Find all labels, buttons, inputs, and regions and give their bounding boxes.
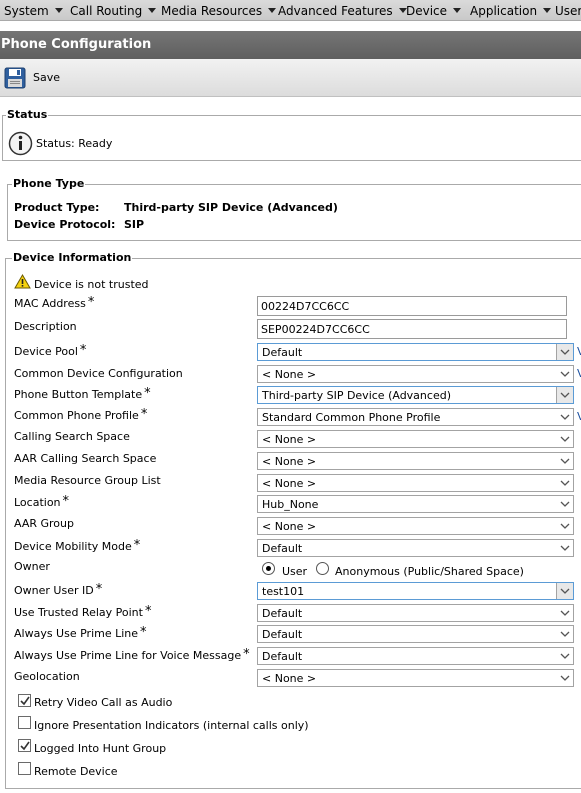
aar-calling-search-space-select[interactable]: < None > — [257, 452, 574, 470]
use-trusted-relay-point-select[interactable]: Default — [257, 604, 574, 622]
chevron-down-icon — [560, 523, 570, 529]
chevron-down-icon — [560, 480, 570, 486]
menu-call-routing[interactable]: Call Routing — [70, 4, 157, 18]
media-resource-group-list-select[interactable]: < None > — [257, 474, 574, 492]
caret-down-icon — [148, 8, 157, 13]
common-device-configuration-label: Common Device Configuration — [14, 367, 183, 380]
chevron-down-icon — [560, 458, 570, 464]
mac-address-input[interactable] — [257, 296, 567, 316]
info-icon — [8, 131, 33, 156]
status-text: Status: Ready — [36, 137, 113, 150]
chevron-down-icon — [560, 436, 570, 442]
always-use-prime-line-voice-message-label: Always Use Prime Line for Voice Message * — [14, 647, 250, 662]
owner-anonymous-radio[interactable] — [316, 562, 329, 575]
aar-group-select[interactable]: < None > — [257, 517, 574, 535]
aar-group-label: AAR Group — [14, 517, 74, 530]
location-select[interactable]: Hub_None — [257, 495, 574, 513]
device-protocol-value: SIP — [124, 218, 145, 231]
owner-anonymous-radio-label: Anonymous (Public/Shared Space) — [335, 565, 524, 578]
logged-into-hunt-group-checkbox[interactable] — [18, 739, 31, 752]
always-use-prime-line-label: Always Use Prime Line * — [14, 625, 147, 640]
common-phone-profile-label: Common Phone Profile * — [14, 407, 148, 422]
menu-system[interactable]: System — [4, 4, 63, 18]
chevron-down-icon — [560, 631, 570, 637]
chevron-down-icon — [560, 349, 570, 355]
use-trusted-relay-point-label: Use Trusted Relay Point * — [14, 604, 152, 619]
chevron-down-icon — [560, 675, 570, 681]
retry-video-call-checkbox[interactable] — [18, 694, 31, 707]
calling-search-space-select[interactable]: < None > — [257, 430, 574, 448]
product-type-label: Product Type: — [14, 201, 100, 214]
main-menu-bar: System Call Routing Media Resources Adva… — [0, 0, 581, 21]
device-protocol-label: Device Protocol: — [14, 218, 116, 231]
geolocation-select[interactable]: < None > — [257, 669, 574, 687]
device-trust-text: Device is not trusted — [34, 278, 149, 291]
owner-user-radio-label: User — [282, 565, 308, 578]
status-section: Status Status: Ready — [2, 108, 581, 161]
owner-user-id-label: Owner User ID * — [14, 582, 103, 597]
caret-down-icon — [54, 8, 63, 13]
device-mobility-mode-label: Device Mobility Mode * — [14, 538, 141, 553]
device-mobility-mode-select[interactable]: Default — [257, 539, 574, 557]
chevron-down-icon — [560, 545, 570, 551]
product-type-value: Third-party SIP Device (Advanced) — [124, 201, 338, 214]
menu-application[interactable]: Application — [470, 4, 552, 18]
media-resource-group-list-label: Media Resource Group List — [14, 474, 161, 487]
device-pool-select[interactable]: Default — [257, 343, 574, 361]
owner-user-radio[interactable] — [262, 562, 275, 575]
common-phone-profile-select[interactable]: Standard Common Phone Profile — [257, 408, 574, 426]
caret-down-icon — [268, 8, 277, 13]
floppy-disk-icon — [4, 67, 26, 89]
owner-label: Owner — [14, 560, 50, 573]
menu-media-resources[interactable]: Media Resources — [161, 4, 277, 18]
chevron-down-icon — [560, 371, 570, 377]
page-title-bar: Phone Configuration — [0, 31, 581, 59]
menu-device[interactable]: Device — [406, 4, 462, 18]
menu-user[interactable]: User — [555, 4, 581, 18]
phone-button-template-select[interactable]: Third-party SIP Device (Advanced) — [257, 386, 574, 404]
phone-button-template-label: Phone Button Template * — [14, 386, 151, 401]
geolocation-label: Geolocation — [14, 670, 80, 683]
device-pool-label: Device Pool * — [14, 343, 87, 358]
phone-type-section: Phone Type Product Type: Third-party SIP… — [7, 177, 581, 241]
device-pool-view-link[interactable]: V — [577, 345, 581, 358]
chevron-down-icon — [560, 414, 570, 420]
logged-into-hunt-group-label: Logged Into Hunt Group — [34, 742, 167, 755]
chevron-down-icon — [560, 392, 570, 398]
retry-video-call-label: Retry Video Call as Audio — [34, 696, 173, 709]
aar-calling-search-space-label: AAR Calling Search Space — [14, 452, 157, 465]
chevron-down-icon — [560, 588, 570, 594]
checkmark-icon — [20, 696, 30, 706]
caret-down-icon — [453, 8, 462, 13]
checkmark-icon — [20, 741, 30, 751]
chevron-down-icon — [560, 653, 570, 659]
owner-user-id-select[interactable]: test101 — [257, 582, 574, 600]
chevron-down-icon — [560, 501, 570, 507]
common-device-configuration-view-link[interactable]: V — [577, 367, 581, 380]
calling-search-space-label: Calling Search Space — [14, 430, 130, 443]
page-title: Phone Configuration — [1, 37, 152, 52]
always-use-prime-line-select[interactable]: Default — [257, 625, 574, 643]
chevron-down-icon — [560, 610, 570, 616]
remote-device-checkbox[interactable] — [18, 762, 31, 775]
description-label: Description — [14, 320, 77, 333]
common-device-configuration-select[interactable]: < None > — [257, 365, 574, 383]
caret-down-icon — [543, 8, 552, 13]
warning-icon — [14, 274, 31, 289]
status-legend: Status — [6, 108, 49, 122]
location-label: Location * — [14, 494, 70, 509]
ignore-presentation-indicators-label: Ignore Presentation Indicators (internal… — [34, 719, 309, 732]
common-phone-profile-view-link[interactable]: V — [577, 410, 581, 423]
toolbar: Save — [0, 59, 581, 97]
description-input[interactable] — [257, 319, 567, 339]
mac-address-label: MAC Address * — [14, 295, 95, 310]
device-information-legend: Device Information — [12, 251, 133, 265]
ignore-presentation-indicators-checkbox[interactable] — [18, 716, 31, 729]
remote-device-label: Remote Device — [34, 765, 118, 778]
phone-type-legend: Phone Type — [12, 177, 86, 191]
menu-advanced-features[interactable]: Advanced Features — [278, 4, 407, 18]
always-use-prime-line-voice-message-select[interactable]: Default — [257, 647, 574, 665]
